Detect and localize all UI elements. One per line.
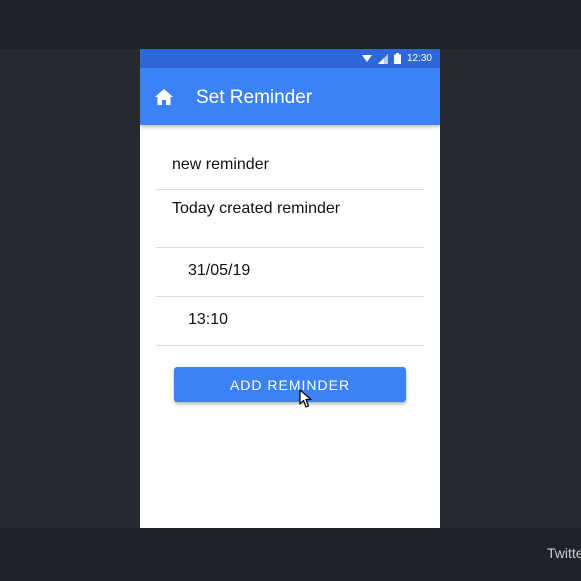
- reminder-title-field[interactable]: new reminder: [156, 142, 424, 190]
- home-icon[interactable]: [154, 88, 174, 106]
- reminder-title-value: new reminder: [172, 156, 269, 173]
- desktop-top-bar: [0, 0, 581, 49]
- add-reminder-button[interactable]: ADD REMINDER: [174, 367, 406, 402]
- signal-icon: [377, 53, 388, 64]
- taskbar-item-label[interactable]: Twitte: [547, 545, 581, 561]
- mouse-cursor-icon: [299, 389, 312, 408]
- status-time: 12:30: [406, 53, 432, 64]
- wifi-icon: [361, 55, 372, 62]
- reminder-date-value: 31/05/19: [188, 262, 251, 279]
- app-bar: Set Reminder: [140, 68, 440, 125]
- desktop-taskbar: [0, 528, 581, 581]
- page-title: Set Reminder: [196, 87, 313, 108]
- status-icons: 12:30: [361, 49, 432, 68]
- battery-icon: [393, 53, 401, 64]
- reminder-date-field[interactable]: 31/05/19: [156, 247, 424, 297]
- reminder-description-value: Today created reminder: [172, 200, 341, 217]
- reminder-time-field[interactable]: 13:10: [156, 296, 424, 346]
- reminder-time-value: 13:10: [188, 311, 229, 328]
- phone-screen: 12:30 Set Reminder new reminder Today cr…: [140, 49, 440, 528]
- reminder-description-field[interactable]: Today created reminder: [156, 189, 424, 248]
- status-bar: 12:30: [140, 49, 440, 68]
